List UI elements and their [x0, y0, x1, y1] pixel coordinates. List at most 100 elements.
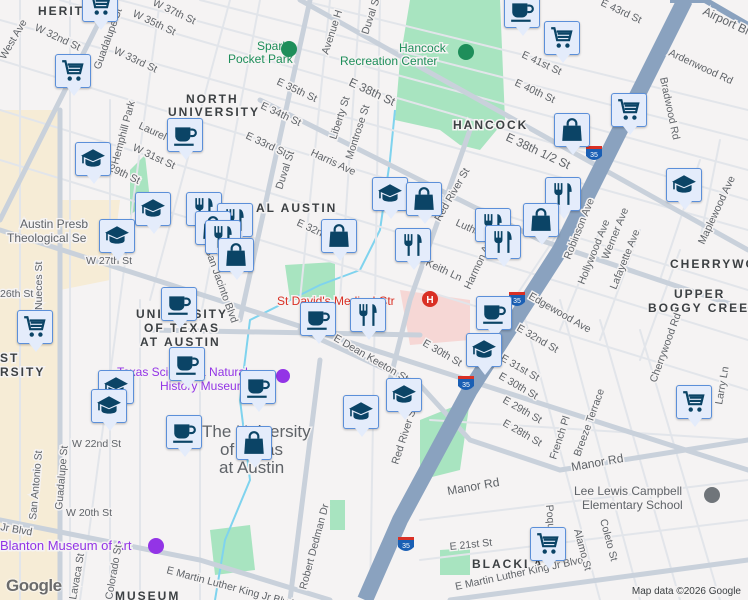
svg-text:French Pl: French Pl — [547, 414, 572, 460]
grocery-marker[interactable] — [82, 0, 118, 30]
cafe-marker[interactable] — [504, 0, 540, 36]
svg-text:Ardenwood Rd: Ardenwood Rd — [667, 47, 735, 87]
school-marker[interactable] — [135, 192, 171, 234]
map-attribution[interactable]: Map data ©2026 Google — [628, 586, 744, 597]
shopping-bag-icon — [223, 242, 249, 268]
shopping-marker[interactable] — [523, 203, 559, 245]
svg-text:35: 35 — [513, 298, 521, 305]
coffee-cup-icon — [481, 300, 507, 326]
school-marker[interactable] — [343, 395, 379, 437]
coffee-cup-icon — [171, 419, 197, 445]
svg-text:Nueces St: Nueces St — [33, 261, 45, 310]
grocery-marker[interactable] — [676, 385, 712, 427]
cafe-marker[interactable] — [167, 118, 203, 160]
svg-text:Coleto St: Coleto St — [597, 518, 620, 563]
recreation-pin-icon — [458, 44, 474, 60]
restaurant-marker[interactable] — [395, 228, 431, 270]
museum-icon — [148, 538, 164, 554]
neighborhood-label: UPPER — [674, 287, 725, 301]
neighborhood-label: RSITY — [0, 365, 45, 379]
svg-text:E 21st St: E 21st St — [449, 537, 493, 553]
school-marker[interactable] — [75, 142, 111, 184]
shopping-marker[interactable] — [218, 238, 254, 280]
graduation-cap-icon — [471, 337, 497, 363]
cafe-marker[interactable] — [161, 287, 197, 329]
cafe-marker[interactable] — [300, 302, 336, 344]
shopping-cart-icon — [60, 58, 86, 84]
shopping-marker[interactable] — [554, 113, 590, 155]
cafe-marker[interactable] — [240, 370, 276, 412]
shopping-cart-icon — [549, 25, 575, 51]
coffee-cup-icon — [245, 374, 271, 400]
school-marker[interactable] — [386, 378, 422, 420]
svg-text:W 32nd St: W 32nd St — [33, 22, 83, 54]
grocery-marker[interactable] — [611, 93, 647, 135]
svg-text:E 40th St: E 40th St — [513, 77, 557, 106]
museum-label: History Museum — [160, 379, 247, 393]
graduation-cap-icon — [671, 172, 697, 198]
graduation-cap-icon — [80, 146, 106, 172]
graduation-cap-icon — [348, 399, 374, 425]
poi-label: Theological Se — [7, 231, 87, 245]
shopping-cart-icon — [87, 0, 113, 18]
graduation-cap-icon — [104, 223, 130, 249]
shopping-bag-icon — [326, 223, 352, 249]
svg-text:Bradwood Rd: Bradwood Rd — [657, 76, 682, 141]
interstate-shield: 35 — [458, 376, 474, 390]
park-pin-icon — [281, 41, 297, 57]
shopping-cart-icon — [681, 389, 707, 415]
fork-knife-icon — [400, 232, 426, 258]
grocery-marker[interactable] — [55, 54, 91, 96]
cafe-marker[interactable] — [166, 415, 202, 457]
shopping-bag-icon — [559, 117, 585, 143]
shopping-cart-icon — [22, 314, 48, 340]
neighborhood-label: AL AUSTIN — [256, 201, 337, 215]
svg-text:35: 35 — [590, 152, 598, 159]
cafe-marker[interactable] — [169, 347, 205, 389]
coffee-cup-icon — [166, 291, 192, 317]
grocery-marker[interactable] — [530, 527, 566, 569]
neighborhood-label: MUSEUM — [115, 589, 180, 600]
shopping-bag-icon — [411, 186, 437, 212]
google-logo[interactable]: Google — [6, 576, 62, 596]
svg-text:Larry Ln: Larry Ln — [713, 365, 732, 405]
school-marker[interactable] — [91, 389, 127, 431]
interstate-shield: 35 — [398, 537, 414, 551]
shopping-marker[interactable] — [321, 219, 357, 261]
coffee-cup-icon — [509, 0, 535, 24]
cafe-marker[interactable] — [476, 296, 512, 338]
fork-knife-icon — [490, 229, 516, 255]
school-marker[interactable] — [372, 177, 408, 219]
restaurant-marker[interactable] — [485, 225, 521, 267]
svg-text:35: 35 — [402, 543, 410, 550]
svg-text:26th St: 26th St — [0, 288, 33, 300]
poi-label: Austin Presb — [20, 217, 88, 231]
shopping-bag-icon — [528, 207, 554, 233]
svg-text:Hemphill Park: Hemphill Park — [109, 99, 138, 166]
school-marker[interactable] — [99, 219, 135, 261]
svg-text:W 20th St: W 20th St — [66, 507, 112, 519]
park-label: Hancock — [399, 41, 447, 55]
school-label: Elementary School — [582, 498, 683, 512]
museum-icon — [276, 369, 290, 383]
shopping-marker[interactable] — [236, 426, 272, 468]
coffee-cup-icon — [305, 306, 331, 332]
hospital-icon-glyph: H — [426, 295, 433, 306]
coffee-cup-icon — [172, 122, 198, 148]
svg-text:W 27th St: W 27th St — [86, 255, 132, 267]
shopping-cart-icon — [616, 97, 642, 123]
grocery-marker[interactable] — [544, 21, 580, 63]
svg-text:35: 35 — [462, 382, 470, 389]
school-icon — [704, 487, 720, 503]
svg-text:Manor Rd: Manor Rd — [446, 475, 500, 498]
neighborhood-label: CHERRYWOOD — [670, 257, 748, 271]
school-marker[interactable] — [466, 333, 502, 375]
school-marker[interactable] — [666, 168, 702, 210]
neighborhood-label: NORTH — [186, 92, 239, 106]
shopping-marker[interactable] — [406, 182, 442, 224]
neighborhood-label: ST — [0, 351, 19, 365]
park-area — [330, 500, 345, 530]
grocery-marker[interactable] — [17, 310, 53, 352]
restaurant-marker[interactable] — [350, 298, 386, 340]
fork-knife-icon — [355, 302, 381, 328]
